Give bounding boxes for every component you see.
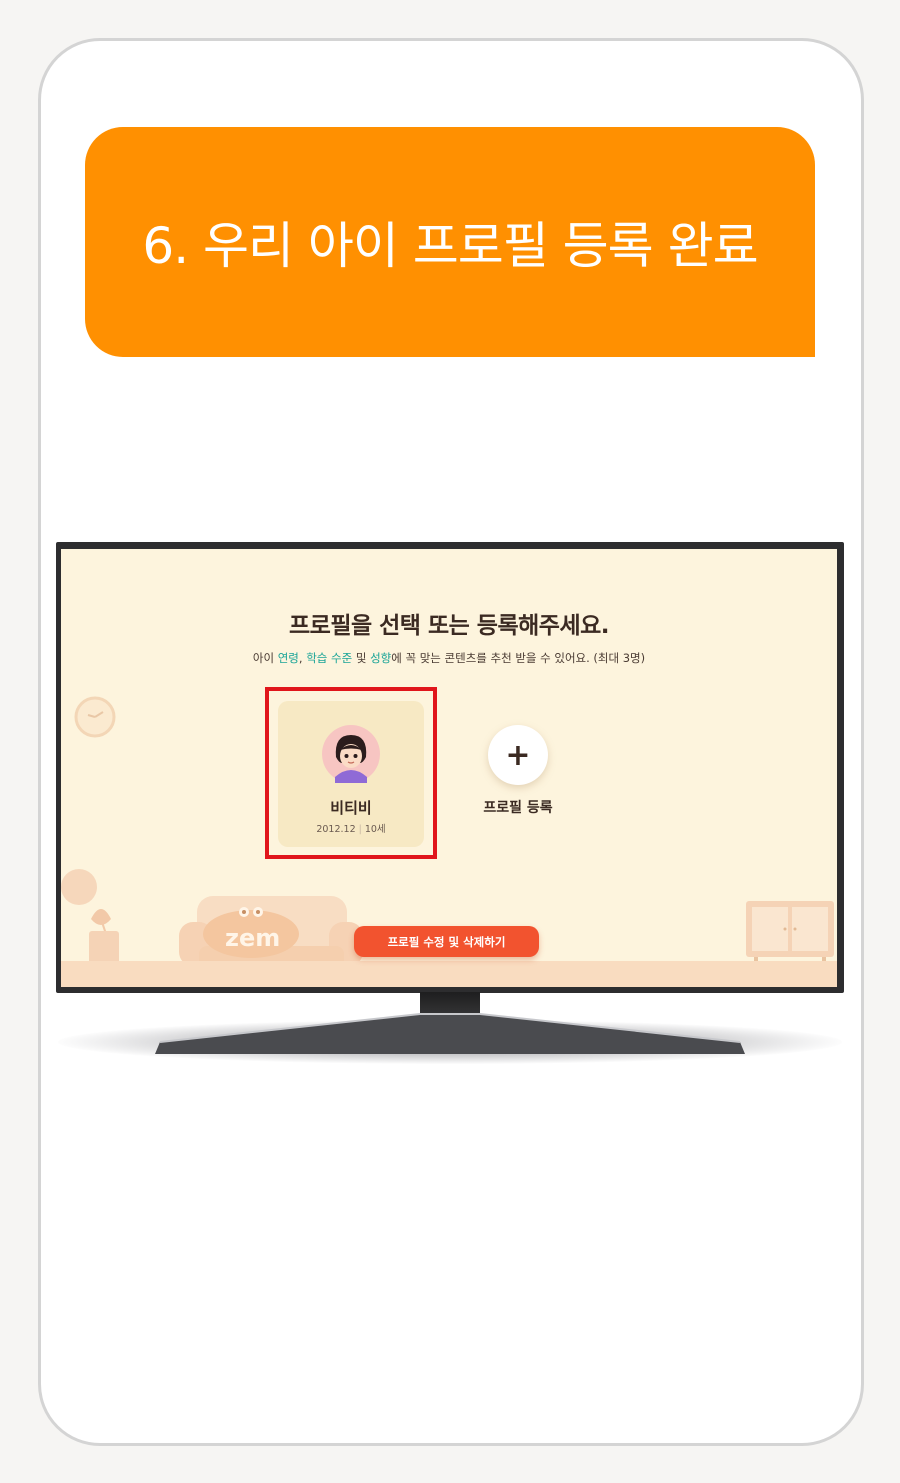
selection-highlight <box>265 687 437 859</box>
add-profile-button[interactable]: + <box>488 725 548 785</box>
subtitle-text: 및 <box>352 651 371 665</box>
plus-icon: + <box>505 737 531 773</box>
screen-title: 프로필을 선택 또는 등록해주세요. <box>289 613 610 639</box>
subtitle-text: 아이 <box>252 651 278 665</box>
floor-decoration <box>61 961 837 987</box>
subtitle-highlight-trait: 성향 <box>370 651 392 665</box>
subtitle-highlight-age: 연령 <box>277 651 299 665</box>
subtitle-highlight-level: 학습 수준 <box>306 651 353 665</box>
tv-screen: zem 프로필을 선택 또는 등록해주세요. 아이 연령, 학습 수준 및 성향… <box>61 549 837 987</box>
screen-subtitle: 아이 연령, 학습 수준 및 성향에 꼭 맞는 콘텐츠를 추천 받을 수 있어요… <box>61 650 837 666</box>
step-title: 6. 우리 아이 프로필 등록 완료 <box>142 217 758 275</box>
add-profile-label: 프로필 등록 <box>483 800 553 816</box>
edit-delete-profile-button[interactable]: 프로필 수정 및 삭제하기 <box>354 926 539 957</box>
step-banner: 6. 우리 아이 프로필 등록 완료 <box>85 127 815 357</box>
zem-logo-text: zem <box>225 924 280 952</box>
tv-stand <box>155 1013 745 1054</box>
clock-icon <box>74 696 116 738</box>
subtitle-text: 에 꼭 맞는 콘텐츠를 추천 받을 수 있어요. (최대 3명) <box>391 651 646 665</box>
